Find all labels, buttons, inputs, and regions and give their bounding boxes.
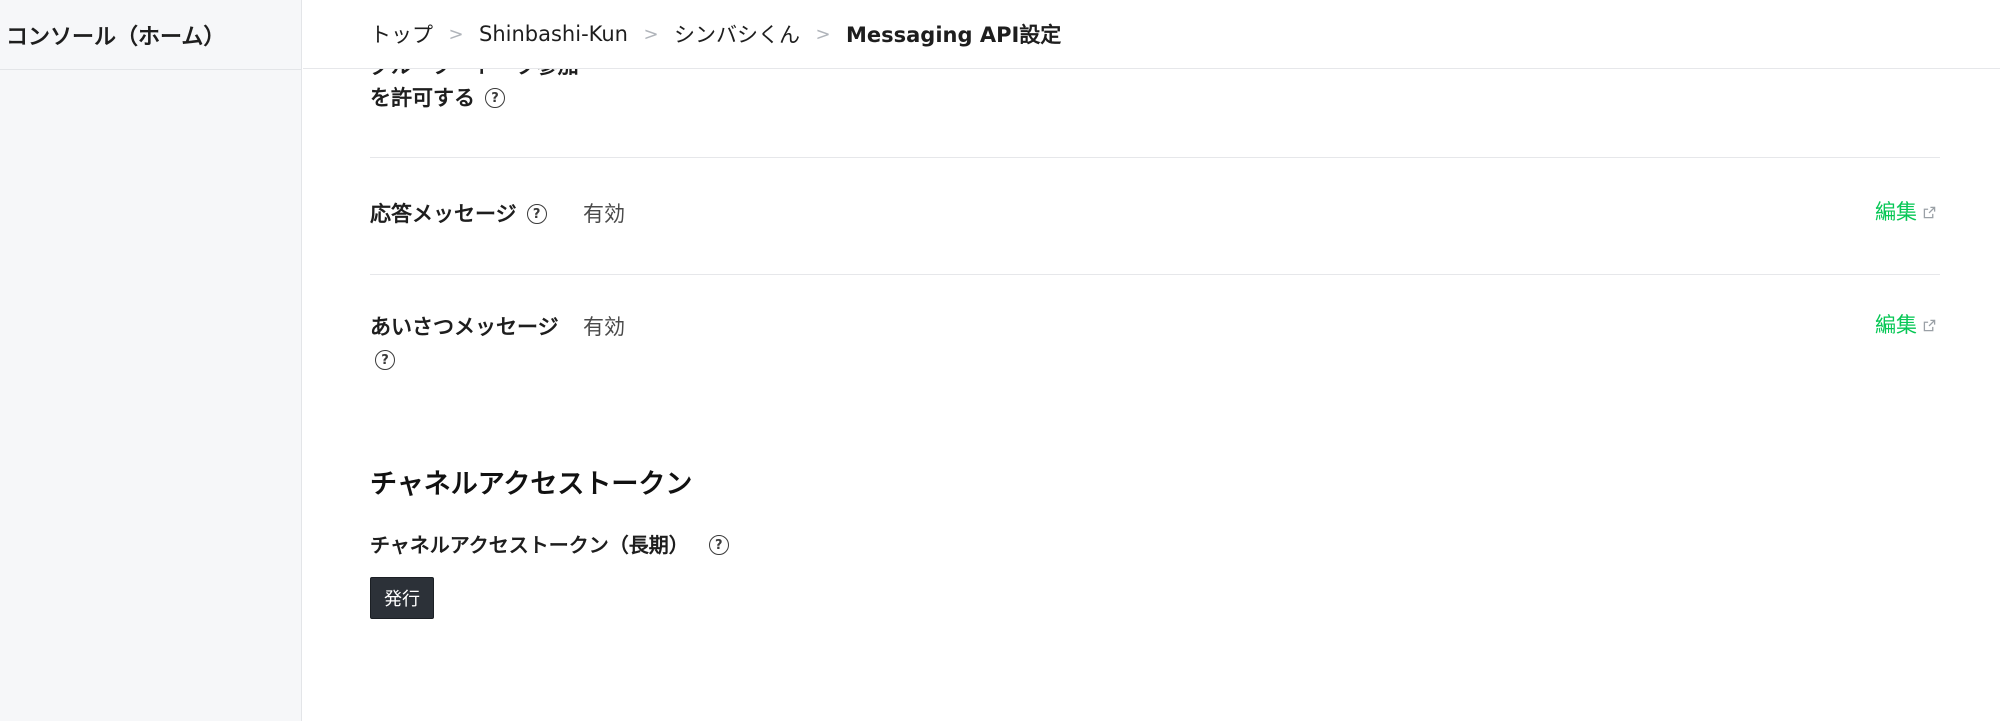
group-join-label-line2: を許可する [370, 86, 475, 110]
edit-label: 編集 [1875, 200, 1917, 224]
channel-access-token-heading: チャネルアクセストークン [370, 469, 693, 500]
external-link-icon [1923, 319, 1936, 331]
issue-token-button[interactable]: 発行 [370, 577, 434, 619]
question-circle-icon[interactable]: ? [375, 350, 395, 370]
auto-reply-edit-link[interactable]: 編集 [1875, 196, 1936, 228]
console-home-link[interactable]: コンソール（ホーム） [0, 0, 301, 70]
breadcrumb-channel[interactable]: シンバシくん [674, 19, 800, 49]
chevron-right-icon: > [448, 23, 464, 45]
sidebar: コンソール（ホーム） [0, 0, 302, 721]
external-link-icon [1923, 206, 1936, 218]
question-circle-icon[interactable]: ? [485, 88, 505, 108]
greeting-value: 有効 [583, 315, 625, 339]
breadcrumb-provider[interactable]: Shinbashi-Kun [479, 22, 628, 46]
chevron-right-icon: > [815, 23, 831, 45]
auto-reply-label: 応答メッセージ ? [370, 198, 547, 230]
breadcrumb: トップ > Shinbashi-Kun > シンバシくん > Messaging… [303, 0, 2000, 69]
edit-label: 編集 [1875, 313, 1917, 337]
greeting-label-text: あいさつメッセージ [370, 315, 559, 339]
chevron-right-icon: > [643, 23, 659, 45]
auto-reply-value: 有効 [583, 202, 625, 226]
auto-reply-label-text: 応答メッセージ [370, 202, 517, 226]
main-content: トップ > Shinbashi-Kun > シンバシくん > Messaging… [303, 0, 2000, 721]
setting-row-auto-reply: 応答メッセージ ? 有効 編集 [370, 158, 1940, 274]
long-term-token-label-text: チャネルアクセストークン（長期） [370, 533, 689, 557]
greeting-edit-link[interactable]: 編集 [1875, 309, 1936, 341]
greeting-label: あいさつメッセージ ? [370, 311, 559, 375]
setting-row-greeting: あいさつメッセージ ? 有効 編集 [370, 275, 1940, 395]
breadcrumb-top[interactable]: トップ [370, 19, 433, 49]
console-home-label: コンソール（ホーム） [6, 24, 226, 50]
question-circle-icon[interactable]: ? [526, 204, 547, 224]
long-term-token-label: チャネルアクセストークン（長期） ? [370, 530, 729, 560]
breadcrumb-current: Messaging API設定 [846, 23, 1062, 47]
question-circle-icon[interactable]: ? [708, 535, 729, 555]
